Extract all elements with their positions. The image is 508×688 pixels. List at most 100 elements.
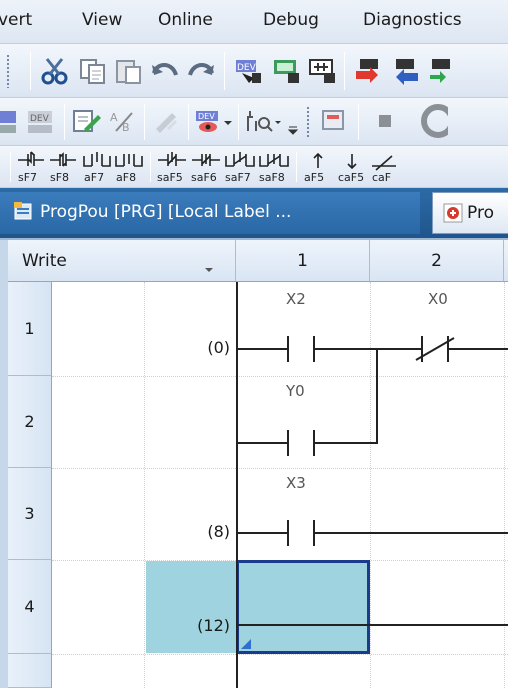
svg-text:saF8: saF8: [259, 171, 285, 184]
left-power-rail: [236, 282, 238, 688]
note-edit-icon[interactable]: [150, 106, 184, 136]
tab-progpou[interactable]: ProgPou [PRG] [Local Label ...: [0, 192, 420, 234]
edit-comment-icon[interactable]: [70, 106, 104, 136]
device-label-x2: X2: [286, 290, 306, 308]
toolbar-separator: [344, 52, 345, 90]
undo-icon[interactable]: [148, 56, 182, 86]
parallel-branch-wire: [376, 348, 378, 444]
closed-contact-x0[interactable]: [412, 336, 458, 362]
rung-wire: [238, 624, 508, 626]
menu-diagnostics[interactable]: Diagnostics: [363, 10, 462, 30]
svg-text:aF8: aF8: [116, 171, 136, 184]
redo-icon[interactable]: [184, 56, 218, 86]
svg-text:sF8: sF8: [50, 171, 69, 184]
open-contact-x2[interactable]: [278, 336, 324, 362]
tab-progpou-label: ProgPou [PRG] [Local Label ...: [40, 202, 292, 222]
toolbar-grip[interactable]: [6, 54, 10, 88]
svg-text:saF5: saF5: [157, 171, 183, 184]
pulse-fall-neg-parallel-icon[interactable]: saF8: [258, 150, 290, 184]
svg-text:caF: caF: [372, 171, 391, 184]
paste-icon[interactable]: [112, 56, 146, 86]
step-number: (0): [207, 338, 230, 357]
pulse-fall-neg-contact-icon[interactable]: saF6: [190, 150, 222, 184]
toolbar-separator: [30, 52, 31, 90]
operation-fall-icon[interactable]: caF5: [336, 150, 368, 184]
toolbar-separator: [238, 104, 239, 140]
write-to-plc-icon[interactable]: [352, 56, 386, 86]
svg-text:saF6: saF6: [191, 171, 217, 184]
row-header-4[interactable]: 4: [8, 560, 52, 654]
step-number: (8): [207, 522, 230, 541]
toolbar-separator: [144, 104, 145, 140]
pulse-rise-parallel-icon[interactable]: aF7: [82, 150, 112, 184]
row-header-1[interactable]: 1: [8, 282, 52, 376]
device-label-x0: X0: [428, 290, 448, 308]
toolbar-separator: [358, 104, 359, 140]
operation-rise-icon[interactable]: aF5: [302, 150, 334, 184]
toolbar-program: DEV AB DEV: [0, 98, 508, 146]
circle-icon[interactable]: [414, 104, 448, 138]
column-header-1[interactable]: 1: [236, 240, 370, 282]
svg-text:DEV: DEV: [30, 114, 50, 124]
device-batch-icon[interactable]: DEV: [24, 106, 58, 136]
step-number: (12): [197, 616, 230, 635]
statement-edit-icon[interactable]: AB: [106, 106, 140, 136]
edit-mode-dropdown[interactable]: Write: [8, 240, 236, 282]
open-close-replace-icon[interactable]: [306, 56, 340, 86]
pulse-fall-parallel-icon[interactable]: aF8: [114, 150, 144, 184]
menu-convert[interactable]: vert: [0, 10, 32, 30]
cut-icon[interactable]: [38, 56, 72, 86]
edit-mode-label: Write: [22, 250, 67, 271]
selected-step-cell[interactable]: [146, 561, 236, 653]
grid-line: [52, 654, 508, 655]
toolbar-separator: [150, 152, 151, 182]
find-dropdown-icon[interactable]: [244, 106, 284, 136]
editor-tab-strip: ProgPou [PRG] [Local Label ... Pro: [0, 188, 508, 240]
cursor-corner-icon: [241, 637, 253, 649]
pulse-rise-contact-icon[interactable]: sF7: [16, 150, 46, 184]
device-monitor-dropdown-icon[interactable]: DEV: [194, 106, 234, 136]
tab-second-label: Pro: [467, 203, 494, 223]
device-replace-icon[interactable]: [270, 56, 304, 86]
open-contact-y0[interactable]: [278, 430, 324, 456]
device-label-y0: Y0: [286, 382, 305, 400]
toolbar-separator: [64, 104, 65, 140]
invert-icon[interactable]: caF: [370, 150, 400, 184]
svg-text:caF5: caF5: [338, 171, 364, 184]
copy-icon[interactable]: [76, 56, 110, 86]
row-header-5[interactable]: [8, 654, 52, 688]
ladder-cursor[interactable]: [236, 560, 370, 654]
pulse-rise-neg-parallel-icon[interactable]: saF7: [224, 150, 256, 184]
device-comment-icon[interactable]: [0, 106, 18, 136]
column-header-2[interactable]: 2: [370, 240, 504, 282]
menu-view[interactable]: View: [82, 10, 122, 30]
svg-text:B: B: [122, 121, 130, 134]
menu-bar: vert View Online Debug Diagnostics: [0, 0, 508, 44]
stop-icon[interactable]: [374, 110, 396, 132]
verify-plc-icon[interactable]: [424, 56, 458, 86]
row-header-2[interactable]: 2: [8, 376, 52, 468]
tab-second-program[interactable]: Pro: [432, 192, 508, 234]
pulse-fall-contact-icon[interactable]: sF8: [48, 150, 78, 184]
device-label-x3: X3: [286, 474, 306, 492]
pulse-rise-neg-contact-icon[interactable]: saF5: [156, 150, 188, 184]
rung-wire: [500, 348, 508, 350]
svg-text:aF7: aF7: [84, 171, 104, 184]
svg-text:aF5: aF5: [304, 171, 324, 184]
toolbar-ladder-symbols: sF7 sF8 aF7 aF8 saF5 saF6 saF7 saF8 aF5 …: [0, 146, 508, 188]
device-search-icon[interactable]: DEV: [232, 56, 266, 86]
menu-debug[interactable]: Debug: [263, 10, 319, 30]
svg-text:sF7: sF7: [18, 171, 37, 184]
grid-line: [52, 468, 508, 469]
row-header-3[interactable]: 3: [8, 468, 52, 560]
column-header-3[interactable]: [504, 240, 508, 282]
read-from-plc-icon[interactable]: [388, 56, 422, 86]
svg-text:saF7: saF7: [225, 171, 251, 184]
open-contact-x3[interactable]: [278, 520, 324, 546]
toolbar-overflow-icon[interactable]: [288, 118, 298, 136]
ladder-editor[interactable]: Write 1 2 1 2 3 4 (0) (8) (12) X2 X0 Y0: [0, 240, 508, 688]
toolbar-grip[interactable]: [306, 106, 310, 138]
toolbar-separator: [296, 152, 297, 182]
watch-icon[interactable]: [318, 106, 352, 136]
menu-online[interactable]: Online: [158, 10, 213, 30]
